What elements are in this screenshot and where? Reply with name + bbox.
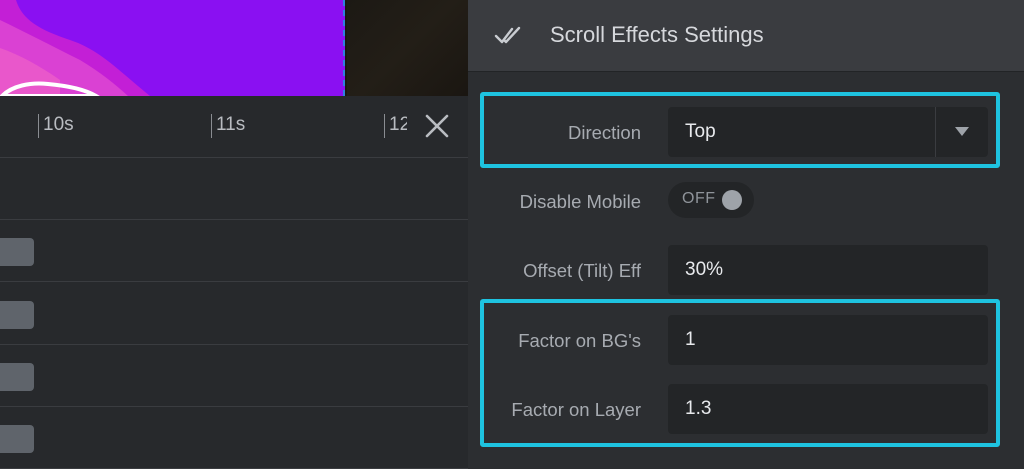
editor-area: 10s 11s 12: [0, 0, 468, 469]
ruler-tick-label: 11s: [216, 114, 246, 135]
offset-input[interactable]: 30%: [668, 245, 988, 295]
timeline-track[interactable]: [0, 283, 468, 345]
direction-select[interactable]: Top: [668, 107, 988, 157]
timeline-track[interactable]: [0, 407, 468, 469]
toggle-state-text: OFF: [682, 190, 716, 207]
disable-mobile-label: Disable Mobile: [519, 191, 641, 212]
disable-mobile-toggle[interactable]: OFF: [668, 182, 754, 218]
factor-bg-input-value: 1: [685, 329, 696, 350]
slide-preview-image[interactable]: [0, 0, 345, 96]
toggle-knob: [722, 190, 742, 210]
layer-clip[interactable]: [0, 301, 34, 329]
layer-clip[interactable]: [0, 363, 34, 391]
timeline-ruler[interactable]: 10s 11s 12: [0, 96, 468, 158]
ruler-tick-label: 12: [389, 114, 407, 135]
timeline-track[interactable]: [0, 345, 468, 407]
factor-bg-label: Factor on BG's: [518, 330, 641, 351]
chevron-down-icon[interactable]: [955, 127, 969, 136]
panel-title: Scroll Effects Settings: [550, 22, 764, 47]
slide-artwork: [0, 0, 150, 96]
ruler-tick: [211, 114, 212, 138]
offset-label: Offset (Tilt) Eff: [523, 260, 641, 281]
factor-layers-input[interactable]: 1.3: [668, 384, 988, 434]
ruler-tick: [38, 114, 39, 138]
timeline: 10s 11s 12: [0, 96, 468, 469]
direction-label: Direction: [568, 122, 641, 143]
ruler-tick-label: 10s: [43, 114, 74, 135]
close-icon[interactable]: [422, 111, 452, 141]
canvas-background: [347, 0, 468, 96]
scroll-effects-panel: Scroll Effects Settings Direction Top Di…: [468, 0, 1024, 469]
app-root: 10s 11s 12 Scroll Effects Settings Direc…: [0, 0, 1024, 469]
select-divider: [935, 107, 936, 157]
panel-header[interactable]: Scroll Effects Settings: [468, 0, 1024, 72]
double-check-icon: [494, 26, 521, 44]
direction-select-value: Top: [685, 121, 716, 142]
slide-canvas-preview[interactable]: [0, 0, 468, 96]
offset-input-value: 30%: [685, 259, 724, 280]
ruler-tick: [384, 114, 385, 138]
factor-bg-input[interactable]: 1: [668, 315, 988, 365]
layer-clip[interactable]: [0, 425, 34, 453]
layer-clip[interactable]: [0, 238, 34, 266]
factor-layers-input-value: 1.3: [685, 398, 712, 419]
timeline-track[interactable]: [0, 158, 468, 220]
timeline-track[interactable]: [0, 220, 468, 282]
factor-layers-label: Factor on Layer: [511, 399, 641, 420]
